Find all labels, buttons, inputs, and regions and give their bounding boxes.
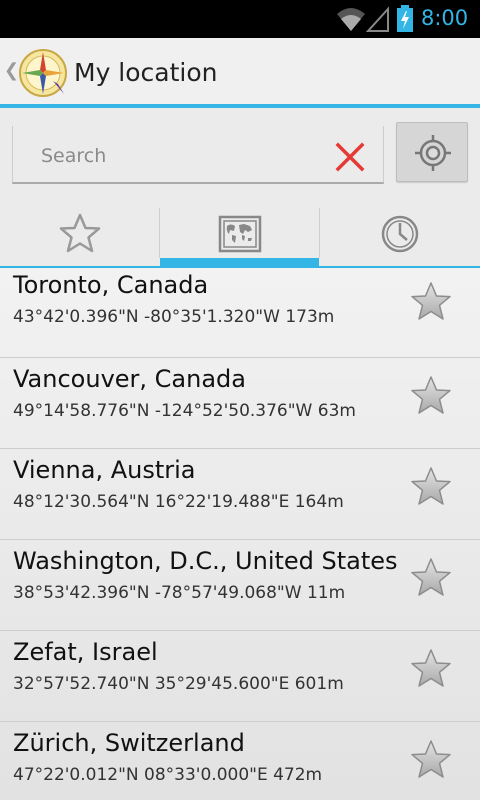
location-name: Toronto, Canada bbox=[13, 271, 209, 299]
location-coordinates: 43°42'0.396"N -80°35'1.320"W 173m bbox=[13, 307, 335, 327]
search-area bbox=[0, 108, 480, 200]
location-name: Vancouver, Canada bbox=[13, 365, 246, 393]
list-item[interactable]: Zefat, Israel 32°57'52.740"N 35°29'45.600… bbox=[0, 631, 480, 722]
signal-icon bbox=[366, 6, 389, 32]
my-location-button[interactable] bbox=[396, 122, 468, 182]
location-name: Vienna, Austria bbox=[13, 456, 196, 484]
tab-map[interactable] bbox=[160, 200, 320, 266]
list-item[interactable]: Vancouver, Canada 49°14'58.776"N -124°52'… bbox=[0, 358, 480, 449]
battery-charging-icon bbox=[397, 5, 413, 32]
page-title: My location bbox=[74, 58, 218, 87]
location-list[interactable]: Toronto, Canada 43°42'0.396"N -80°35'1.32… bbox=[0, 268, 480, 800]
location-coordinates: 49°14'58.776"N -124°52'50.376"W 63m bbox=[13, 401, 356, 421]
list-item[interactable]: Washington, D.C., United States 38°53'42.… bbox=[0, 540, 480, 631]
tab-favorites[interactable] bbox=[0, 200, 160, 266]
my-location-icon bbox=[415, 135, 451, 171]
tab-history[interactable] bbox=[320, 200, 480, 266]
location-coordinates: 48°12'30.564"N 16°22'19.488"E 164m bbox=[13, 492, 344, 512]
list-item[interactable]: Zürich, Switzerland 47°22'0.012"N 08°33'0… bbox=[0, 722, 480, 800]
list-item[interactable]: Vienna, Austria 48°12'30.564"N 16°22'19.4… bbox=[0, 449, 480, 540]
location-name: Zefat, Israel bbox=[13, 638, 158, 666]
star-outline-icon bbox=[59, 213, 101, 253]
location-coordinates: 47°22'0.012"N 08°33'0.000"E 472m bbox=[13, 765, 323, 785]
tab-bar bbox=[0, 200, 480, 268]
wifi-icon bbox=[337, 8, 365, 31]
favorite-star-icon[interactable] bbox=[410, 375, 452, 417]
selected-tab-indicator bbox=[160, 258, 319, 266]
status-bar: 8:00 bbox=[0, 0, 480, 38]
search-input[interactable] bbox=[41, 142, 321, 170]
clear-x-icon[interactable] bbox=[333, 140, 367, 174]
favorite-star-icon[interactable] bbox=[410, 281, 452, 323]
location-name: Washington, D.C., United States bbox=[13, 547, 398, 575]
favorite-star-icon[interactable] bbox=[410, 648, 452, 690]
location-coordinates: 38°53'42.396"N -78°57'49.068"W 11m bbox=[13, 583, 346, 603]
search-field[interactable] bbox=[12, 126, 384, 184]
favorite-star-icon[interactable] bbox=[410, 739, 452, 781]
clock-icon bbox=[381, 215, 419, 253]
list-item[interactable]: Toronto, Canada 43°42'0.396"N -80°35'1.32… bbox=[0, 268, 480, 358]
location-coordinates: 32°57'52.740"N 35°29'45.600"E 601m bbox=[13, 674, 344, 694]
compass-app-icon[interactable] bbox=[18, 48, 68, 98]
up-caret-icon[interactable]: ❮ bbox=[4, 60, 19, 81]
favorite-star-icon[interactable] bbox=[410, 466, 452, 508]
location-name: Zürich, Switzerland bbox=[13, 729, 245, 757]
world-map-icon bbox=[218, 215, 262, 253]
favorite-star-icon[interactable] bbox=[410, 557, 452, 599]
status-clock: 8:00 bbox=[421, 6, 469, 30]
action-bar: ❮ My location bbox=[0, 38, 480, 108]
